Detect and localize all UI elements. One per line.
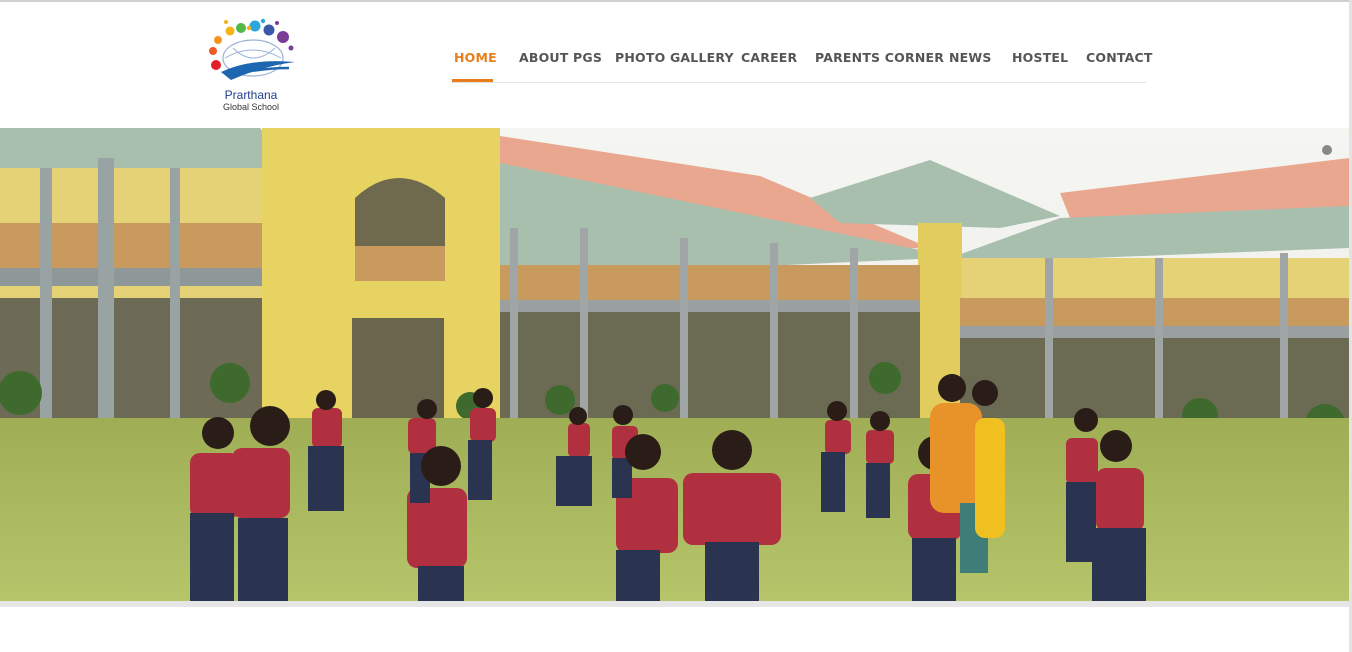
nav-parents-corner[interactable]: PARENTS CORNER — [815, 50, 944, 65]
logo-name: Prarthana — [224, 88, 278, 102]
nav-news[interactable]: NEWS — [949, 50, 992, 65]
nav-about-pgs[interactable]: ABOUT PGS — [519, 50, 602, 65]
logo-mark-icon — [209, 18, 295, 80]
nav-career[interactable]: CAREER — [741, 50, 797, 65]
nav-home[interactable]: HOME — [454, 50, 497, 65]
nav-contact[interactable]: CONTACT — [1086, 50, 1153, 65]
hero-slider[interactable] — [0, 128, 1349, 601]
school-logo[interactable]: Prarthana Global School — [203, 18, 303, 118]
slider-dot-1[interactable] — [1322, 145, 1332, 155]
hero-image — [0, 128, 1349, 601]
nav-hostel[interactable]: HOSTEL — [1012, 50, 1068, 65]
hero-bottom-bar — [0, 601, 1349, 607]
logo-tagline: Global School — [222, 102, 280, 112]
main-nav: HOME ABOUT PGS PHOTO GALLERY CAREER PARE… — [452, 48, 1152, 83]
site-header: Prarthana Global School HOME ABOUT PGS P… — [0, 2, 1349, 128]
nav-photo-gallery[interactable]: PHOTO GALLERY — [615, 50, 734, 65]
active-nav-indicator — [452, 79, 493, 82]
